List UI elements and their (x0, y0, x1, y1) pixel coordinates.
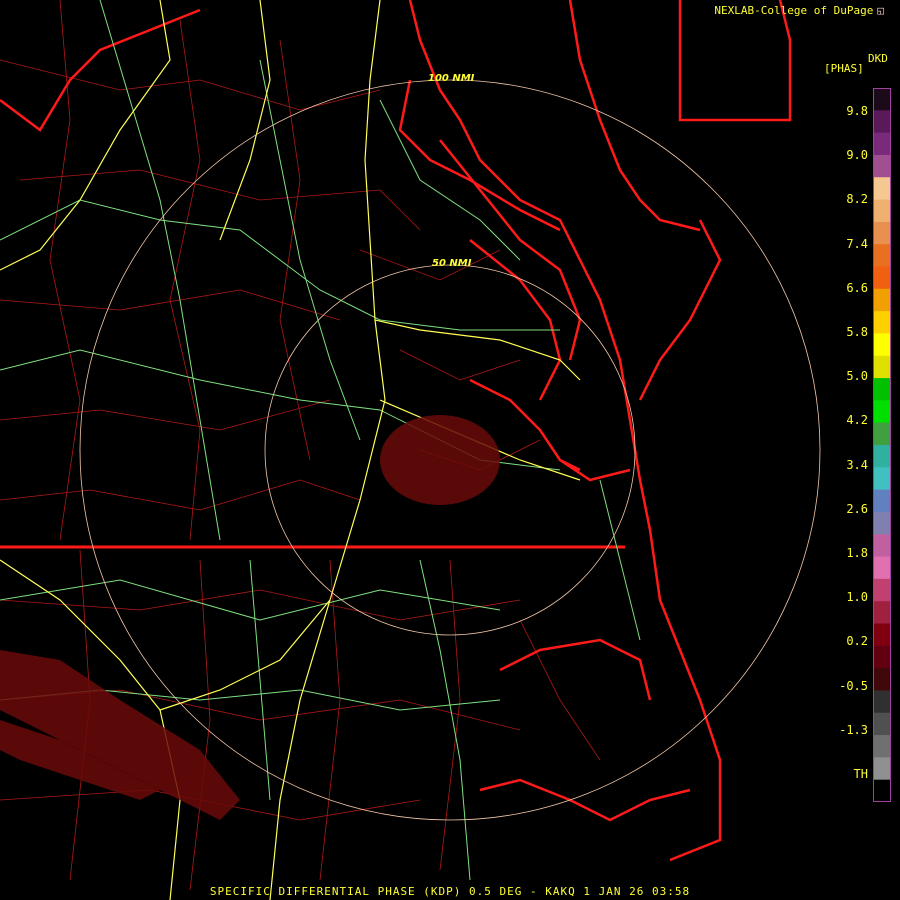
legend-swatch (873, 110, 891, 134)
legend-swatch (873, 489, 891, 513)
legend-swatch (873, 132, 891, 156)
legend-tick-label: 9.8 (846, 104, 868, 118)
legend-swatch (873, 534, 891, 558)
legend-tick-label: -1.3 (839, 722, 868, 737)
legend-tick-label: 9.0 (846, 148, 868, 163)
credit-text: NEXLAB-College of DuPage (714, 4, 874, 17)
legend-tick-label: 5.8 (846, 325, 868, 339)
legend-swatch (873, 445, 891, 468)
legend-swatch (873, 467, 891, 491)
legend-swatch (873, 511, 891, 535)
legend-swatch (873, 378, 891, 401)
legend-swatch (873, 712, 891, 736)
ring-label-100: 100 NMI (428, 73, 475, 84)
legend-swatch (873, 556, 891, 580)
ring-label-50: 50 NMI (432, 258, 472, 269)
legend-tick-label: 1.0 (846, 590, 868, 605)
legend-tick-label: 0.2 (846, 634, 868, 649)
legend-swatch (873, 601, 891, 624)
legend-tick-label: 8.2 (846, 192, 868, 207)
legend-swatch (873, 690, 891, 714)
legend-swatch (873, 199, 891, 223)
legend-swatch (873, 266, 891, 290)
legend-swatch (873, 735, 891, 758)
legend-product: DKD (868, 52, 888, 65)
legend-swatch (873, 623, 891, 647)
legend-units: [PHAS] (824, 62, 864, 75)
legend-swatch (873, 177, 891, 201)
legend-swatch (873, 645, 891, 669)
legend-swatch (873, 88, 891, 111)
legend-tick-label: 4.2 (846, 413, 868, 428)
legend-swatch (873, 422, 891, 446)
legend-tick-label: 6.6 (846, 280, 868, 295)
credit: NEXLAB-College of DuPage ◱ (714, 4, 884, 17)
legend-swatch (873, 333, 891, 357)
legend-tick-label: 5.0 (846, 369, 868, 384)
legend-tick-label: -0.5 (839, 678, 868, 693)
legend-swatch (873, 244, 891, 267)
radar-map (0, 0, 821, 900)
legend-tick-label: 1.8 (846, 546, 868, 560)
legend-tick-label: 3.4 (846, 457, 868, 472)
legend-swatch (873, 400, 891, 424)
legend-swatch (873, 757, 891, 781)
legend-tick-label: TH (853, 767, 868, 781)
legend-bar (873, 88, 891, 802)
product-footer: SPECIFIC DIFFERENTIAL PHASE (KDP) 0.5 DE… (209, 885, 691, 898)
legend-swatch (873, 578, 891, 602)
legend-swatch (873, 779, 891, 802)
legend-swatch (873, 154, 891, 178)
legend-tick-label: 2.6 (846, 501, 868, 516)
legend-swatch (873, 668, 891, 691)
legend-swatch (873, 311, 891, 334)
legend-swatch (873, 221, 891, 245)
legend-swatch (873, 288, 891, 312)
legend-swatch (873, 355, 891, 379)
legend-tick-label: 7.4 (846, 236, 868, 251)
cod-logo-icon: ◱ (877, 4, 884, 17)
color-legend: DKD [PHAS] 9.8 9.0 8.2 7.4 6.6 5.8 5.0 4.2 3.4 2.… (820, 52, 900, 802)
